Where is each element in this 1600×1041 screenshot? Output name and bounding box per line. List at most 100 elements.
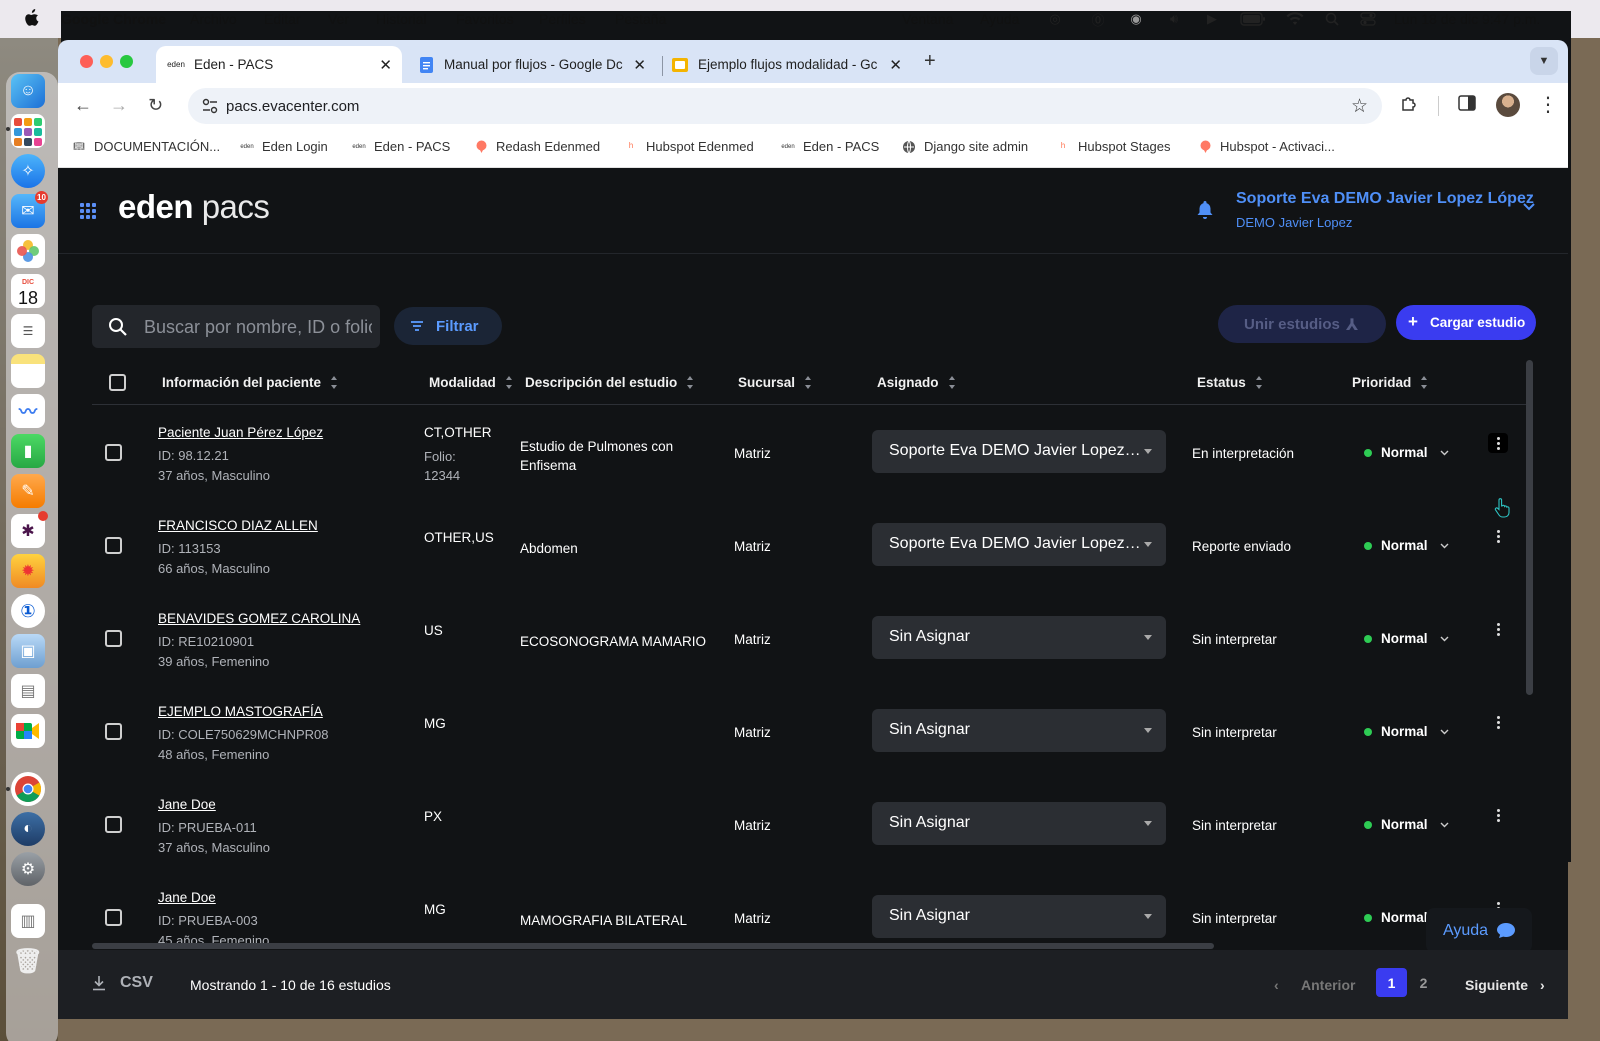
volume-icon[interactable]: 🔊︎	[1164, 10, 1184, 28]
freeform-icon[interactable]: 〰	[11, 394, 45, 428]
minimize-window-button[interactable]	[100, 55, 113, 68]
search-input[interactable]: Buscar por nombre, ID o folio	[92, 305, 380, 348]
menubar-favoritos[interactable]: Favoritos	[456, 11, 514, 27]
menubar-perfiles[interactable]: Perfiles	[539, 11, 586, 27]
row-checkbox[interactable]	[105, 816, 122, 833]
menubar-ver[interactable]: Ver	[328, 11, 349, 27]
page-2-button[interactable]: 2	[1408, 968, 1439, 997]
side-panel-icon[interactable]	[1458, 95, 1476, 116]
notes-icon[interactable]	[11, 354, 45, 388]
photos-icon[interactable]	[11, 234, 45, 268]
proxyman-icon[interactable]: ◐	[11, 812, 45, 846]
table-row[interactable]: FRANCISCO DIAZ ALLEN ID: 113153 66 años,…	[92, 498, 1526, 591]
address-bar[interactable]: pacs.evacenter.com ☆	[188, 88, 1382, 124]
row-actions-menu-icon[interactable]	[1488, 712, 1508, 732]
priority-select[interactable]: Normal	[1364, 724, 1449, 739]
close-icon[interactable]: ✕	[889, 56, 902, 74]
google-meet-icon[interactable]	[11, 714, 45, 748]
select-all-checkbox[interactable]	[109, 374, 126, 391]
row-actions-menu-icon[interactable]	[1488, 619, 1508, 639]
menubar-archivo[interactable]: Archivo	[190, 11, 237, 27]
wifi-icon[interactable]	[1285, 10, 1305, 28]
menubar-ventana[interactable]: Ventana	[902, 11, 953, 27]
bookmark-documentacion[interactable]: 📖︎ DOCUMENTACIÓN...	[72, 139, 220, 154]
textedit-icon[interactable]: ▤	[11, 674, 45, 708]
column-assigned[interactable]: Asignado	[877, 375, 956, 390]
assigned-select[interactable]: Sin Asignar	[872, 616, 1166, 659]
patient-name-link[interactable]: BENAVIDES GOMEZ CAROLINA	[158, 611, 360, 626]
menubar-pestana[interactable]: Pestaña	[615, 11, 666, 27]
row-checkbox[interactable]	[105, 444, 122, 461]
chrome-menu-icon[interactable]: ⋮	[1538, 92, 1558, 117]
csv-export-button[interactable]: CSV	[92, 974, 153, 992]
forward-arrow-icon[interactable]: →	[110, 95, 128, 116]
column-modality[interactable]: Modalidad	[429, 375, 513, 390]
bookmark-hubspot-stages[interactable]: ʰ Hubspot Stages	[1056, 139, 1171, 154]
row-actions-menu-icon[interactable]	[1488, 433, 1508, 453]
column-status[interactable]: Estatus	[1197, 375, 1263, 390]
notification-bell-icon[interactable]	[1196, 200, 1214, 220]
creative-cloud-icon[interactable]: ◎	[1045, 10, 1065, 28]
page-1-button[interactable]: 1	[1376, 968, 1407, 997]
password-manager-icon[interactable]: ⓪	[1088, 10, 1108, 28]
column-priority[interactable]: Prioridad	[1352, 375, 1428, 390]
vertical-scrollbar[interactable]	[1526, 360, 1533, 695]
tab-eden-pacs[interactable]: eden Eden - PACS ✕	[156, 46, 402, 83]
patient-name-link[interactable]: Jane Doe	[158, 890, 216, 905]
chevron-down-icon[interactable]	[1522, 202, 1536, 212]
apps-grid-icon[interactable]	[80, 203, 96, 219]
chevron-left-icon[interactable]: ‹	[1274, 977, 1279, 993]
menubar-historial[interactable]: Historial	[376, 11, 427, 27]
previous-page-button[interactable]: Anterior	[1301, 977, 1355, 993]
apple-logo-icon[interactable]	[24, 9, 40, 27]
close-icon[interactable]: ✕	[379, 56, 392, 74]
assigned-select[interactable]: Sin Asignar	[872, 709, 1166, 752]
assigned-select[interactable]: Soporte Eva DEMO Javier Lopez López	[872, 430, 1166, 473]
pages-icon[interactable]: ✎	[11, 474, 45, 508]
launchpad-icon[interactable]	[11, 114, 45, 148]
reminders-icon[interactable]: ☰	[11, 314, 45, 348]
column-description[interactable]: Descripción del estudio	[525, 375, 694, 390]
horizontal-scrollbar[interactable]	[92, 943, 1214, 949]
next-page-button[interactable]: Siguiente	[1465, 977, 1528, 993]
help-button[interactable]: Ayuda	[1426, 908, 1532, 953]
row-actions-menu-icon[interactable]	[1488, 805, 1508, 825]
extensions-puzzle-icon[interactable]	[1400, 95, 1418, 118]
reload-icon[interactable]: ↻	[148, 95, 163, 116]
profile-avatar[interactable]	[1496, 93, 1520, 117]
chrome-icon[interactable]	[11, 772, 45, 806]
maximize-window-button[interactable]	[120, 55, 133, 68]
assigned-select[interactable]: Sin Asignar	[872, 802, 1166, 845]
menubar-editar[interactable]: Editar	[264, 11, 301, 27]
join-studies-button[interactable]: Unir estudios ⅄	[1218, 305, 1386, 343]
tab-manual-flujos[interactable]: Manual por flujos - Google Dc ✕	[408, 46, 656, 83]
tab-ejemplo-flujos[interactable]: Ejemplo flujos modalidad - Gc ✕	[664, 46, 912, 83]
site-settings-icon[interactable]	[202, 98, 218, 114]
patient-name-link[interactable]: EJEMPLO MASTOGRAFÍA	[158, 704, 323, 719]
menubar-ayuda[interactable]: Ayuda	[980, 11, 1019, 27]
menubar-clock[interactable]: Lun 18 de dic 9:47 p.m.	[1394, 11, 1540, 27]
finder-icon[interactable]: ☺	[11, 74, 45, 108]
assigned-select[interactable]: Soporte Eva DEMO Javier Lopez López	[872, 523, 1166, 566]
slack-icon[interactable]: ✱	[11, 511, 48, 548]
bookmark-hubspot-activacion[interactable]: Hubspot - Activaci...	[1198, 139, 1335, 154]
table-row[interactable]: BENAVIDES GOMEZ CAROLINA ID: RE10210901 …	[92, 591, 1526, 684]
table-row[interactable]: EJEMPLO MASTOGRAFÍA ID: COLE750629MCHNPR…	[92, 684, 1526, 777]
eden-pacs-logo[interactable]: eden pacs	[118, 188, 270, 226]
column-branch[interactable]: Sucursal	[738, 375, 812, 390]
burst-app-icon[interactable]: ✹	[11, 554, 45, 588]
bookmark-django-admin[interactable]: Django site admin	[902, 139, 1028, 154]
bookmark-star-icon[interactable]: ☆	[1351, 95, 1368, 118]
back-arrow-icon[interactable]: ←	[74, 95, 92, 116]
numbers-icon[interactable]: ▮	[11, 434, 45, 468]
system-settings-icon[interactable]: ⚙	[11, 852, 45, 886]
chevron-right-icon[interactable]: ›	[1540, 977, 1545, 993]
user-name[interactable]: Soporte Eva DEMO Javier Lopez López	[1236, 190, 1534, 208]
row-checkbox[interactable]	[105, 537, 122, 554]
bookmark-eden-pacs[interactable]: eden Eden - PACS	[352, 139, 450, 154]
now-playing-icon[interactable]: ▶︎	[1202, 10, 1222, 28]
trash-icon[interactable]: 🗑︎	[11, 944, 45, 978]
upload-study-button[interactable]: + Cargar estudio	[1396, 305, 1536, 340]
priority-select[interactable]: Normal	[1364, 631, 1449, 646]
priority-select[interactable]: Normal	[1364, 817, 1449, 832]
